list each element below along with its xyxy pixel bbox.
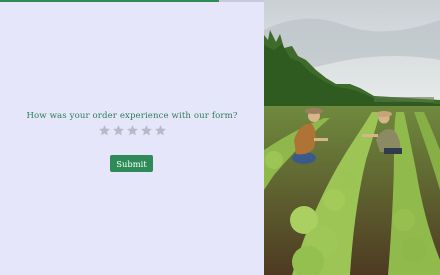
form-panel: How was your order experience with our f… xyxy=(0,0,264,275)
star-icon[interactable] xyxy=(140,124,153,137)
progress-bar xyxy=(0,0,264,2)
farmers-field-image xyxy=(264,0,440,275)
star-icon[interactable] xyxy=(126,124,139,137)
question-label: How was your order experience with our f… xyxy=(26,111,238,121)
star-icon[interactable] xyxy=(154,124,167,137)
progress-bar-fill xyxy=(0,0,220,2)
star-rating xyxy=(0,124,264,137)
star-icon[interactable] xyxy=(112,124,125,137)
field-photo xyxy=(264,0,440,275)
rating-form-page: How was your order experience with our f… xyxy=(0,0,440,275)
submit-button[interactable]: Submit xyxy=(110,155,153,172)
star-icon[interactable] xyxy=(98,124,111,137)
